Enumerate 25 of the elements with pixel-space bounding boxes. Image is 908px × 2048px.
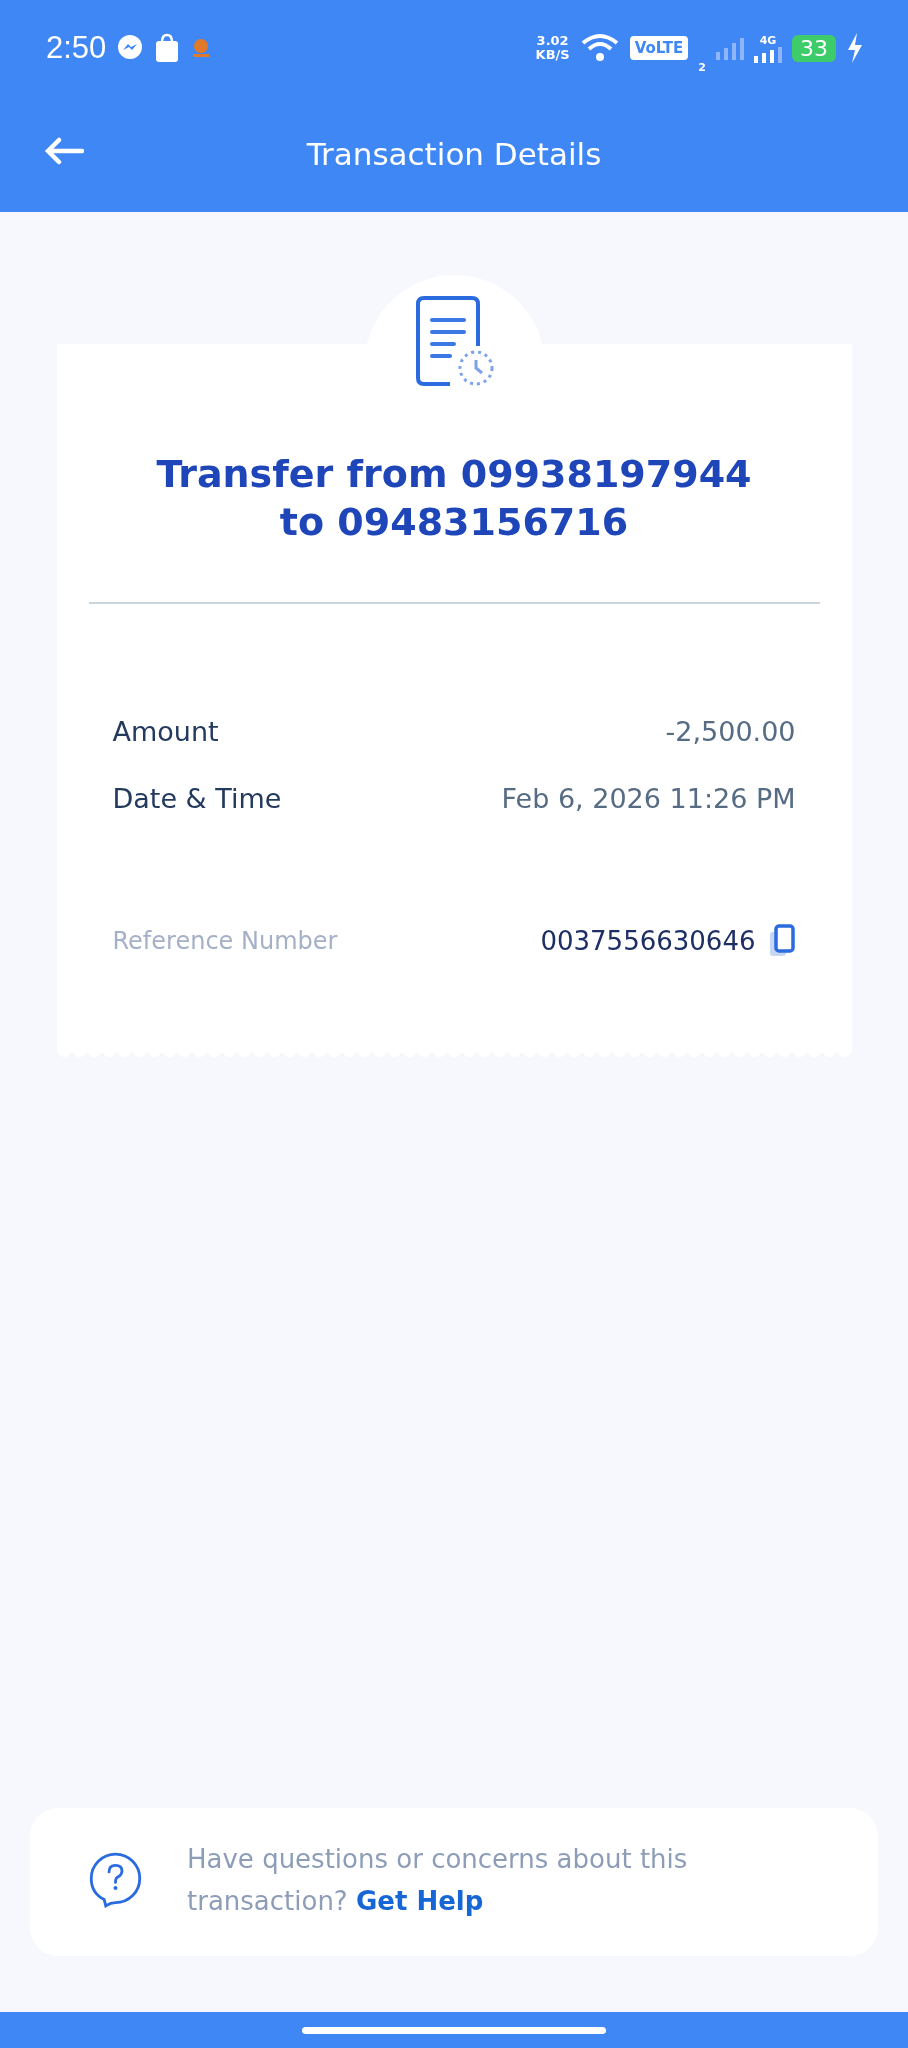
transfer-title: Transfer from 09938197944 to 09483156716 <box>155 451 753 546</box>
battery-level: 33 <box>792 34 836 62</box>
back-arrow-icon[interactable] <box>44 136 84 166</box>
volte-badge: VoLTE <box>629 36 689 60</box>
network-type: 4G <box>759 33 777 47</box>
get-help-link[interactable]: Get Help <box>355 1886 484 1916</box>
page-title: Transaction Details <box>306 136 602 172</box>
reference-label: Reference Number <box>112 927 338 955</box>
copy-icon[interactable] <box>767 924 796 958</box>
help-text: Have questions or concerns about this transaction? Get Help <box>187 1843 689 1918</box>
detail-label: Amount <box>112 716 219 747</box>
status-time: 2:50 <box>46 30 107 66</box>
sim-index: 2 <box>698 61 706 74</box>
charging-icon <box>846 33 864 63</box>
detail-label: Date & Time <box>112 783 282 814</box>
network-speed: 3.02 KB/S <box>535 34 570 62</box>
wifi-icon <box>579 32 620 64</box>
home-indicator[interactable] <box>302 2026 606 2034</box>
detail-value: Feb 6, 2026 11:26 PM <box>501 783 796 814</box>
reference-value: 0037556630646 <box>540 926 756 956</box>
signal-icon <box>716 36 744 60</box>
shopping-bag-icon <box>154 33 181 63</box>
detail-value: -2,500.00 <box>665 716 796 747</box>
signal-icon <box>754 46 782 63</box>
messenger-icon <box>116 34 145 62</box>
